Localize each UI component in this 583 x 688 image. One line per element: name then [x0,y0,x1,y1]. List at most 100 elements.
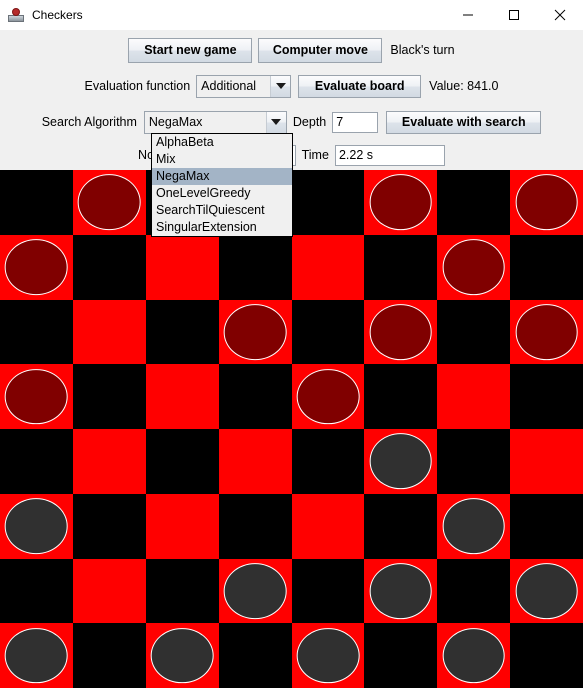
computer-move-button[interactable]: Computer move [258,37,383,63]
evaluation-function-select[interactable]: Additional [196,74,292,98]
board-square[interactable] [218,299,292,365]
search-algorithm-dropdown-list[interactable]: AlphaBeta Mix NegaMax OneLevelGreedy SearchT… [151,133,293,237]
board-square[interactable] [145,234,219,300]
board-square[interactable] [364,429,438,494]
board-square[interactable] [145,623,219,688]
board-square[interactable] [364,493,438,559]
search-algorithm-select[interactable]: NegaMax [143,110,287,134]
red-piece[interactable] [442,239,506,295]
board-square[interactable] [437,234,511,300]
board-square[interactable] [72,364,146,429]
evaluate-with-search-button[interactable]: Evaluate with search [386,110,542,134]
board-square[interactable] [0,493,73,559]
board-square[interactable] [145,493,219,559]
board-square[interactable] [0,170,73,235]
red-piece[interactable] [223,304,287,360]
board-square[interactable] [0,429,73,494]
black-piece[interactable] [515,563,578,619]
board-square[interactable] [510,170,583,235]
board-square[interactable] [0,364,73,429]
board-square[interactable] [218,623,292,688]
board-square[interactable] [291,493,365,559]
board-square[interactable] [145,429,219,494]
red-piece[interactable] [77,174,141,231]
black-piece[interactable] [442,498,506,554]
board-square[interactable] [437,299,511,365]
dropdown-item[interactable]: SearchTilQuiescent [152,202,292,219]
black-piece[interactable] [442,627,506,684]
board-square[interactable] [437,429,511,494]
evaluate-board-button[interactable]: Evaluate board [298,74,422,98]
board-square[interactable] [437,558,511,624]
board-square[interactable] [145,299,219,365]
board-square[interactable] [437,364,511,429]
black-piece[interactable] [369,433,433,490]
board-square[interactable] [364,299,438,365]
board-square[interactable] [510,558,583,624]
board-square[interactable] [364,364,438,429]
board-square[interactable] [0,558,73,624]
board-square[interactable] [364,623,438,688]
chevron-down-icon[interactable] [271,75,291,97]
dropdown-item[interactable]: Mix [152,151,292,168]
board-square[interactable] [291,364,365,429]
black-piece[interactable] [369,563,433,619]
board-square[interactable] [218,429,292,494]
board-square[interactable] [72,493,146,559]
board-square[interactable] [510,299,583,365]
depth-input[interactable]: 7 [332,111,379,133]
close-icon[interactable] [537,0,583,30]
board-square[interactable] [364,170,438,235]
black-piece[interactable] [5,498,68,554]
board-square[interactable] [364,234,438,300]
board-square[interactable] [510,493,583,559]
start-new-game-button[interactable]: Start new game [128,37,253,63]
board-square[interactable] [72,558,146,624]
red-piece[interactable] [5,239,68,295]
board-square[interactable] [72,170,146,235]
dropdown-item[interactable]: OneLevelGreedy [152,185,292,202]
board-square[interactable] [218,493,292,559]
maximize-icon[interactable] [491,0,537,30]
board-square[interactable] [291,170,365,235]
board-square[interactable] [145,364,219,429]
board-square[interactable] [72,234,146,300]
time-input[interactable]: 2.22 s [334,144,445,166]
board-square[interactable] [437,170,511,235]
board-square[interactable] [510,623,583,688]
board-square[interactable] [291,299,365,365]
red-piece[interactable] [296,368,360,425]
dropdown-item[interactable]: SingularExtension [152,219,292,236]
board-square[interactable] [437,493,511,559]
board-square[interactable] [437,623,511,688]
board-square[interactable] [218,234,292,300]
board-square[interactable] [510,429,583,494]
red-piece[interactable] [5,368,68,425]
black-piece[interactable] [223,563,287,619]
board-square[interactable] [291,623,365,688]
board-square[interactable] [0,299,73,365]
board-square[interactable] [291,558,365,624]
minimize-icon[interactable] [445,0,491,30]
red-piece[interactable] [369,304,433,360]
board-square[interactable] [0,623,73,688]
board-square[interactable] [291,234,365,300]
black-piece[interactable] [296,627,360,684]
chevron-down-icon[interactable] [266,111,286,133]
board-square[interactable] [72,299,146,365]
red-piece[interactable] [515,174,578,231]
board-square[interactable] [364,558,438,624]
board-square[interactable] [218,364,292,429]
board-square[interactable] [510,234,583,300]
board-square[interactable] [291,429,365,494]
black-piece[interactable] [150,627,214,684]
red-piece[interactable] [515,304,578,360]
board-square[interactable] [0,234,73,300]
board-square[interactable] [72,623,146,688]
dropdown-item[interactable]: AlphaBeta [152,134,292,151]
board-square[interactable] [218,558,292,624]
board-square[interactable] [145,558,219,624]
red-piece[interactable] [369,174,433,231]
checkers-board[interactable] [0,170,583,688]
black-piece[interactable] [5,627,68,684]
